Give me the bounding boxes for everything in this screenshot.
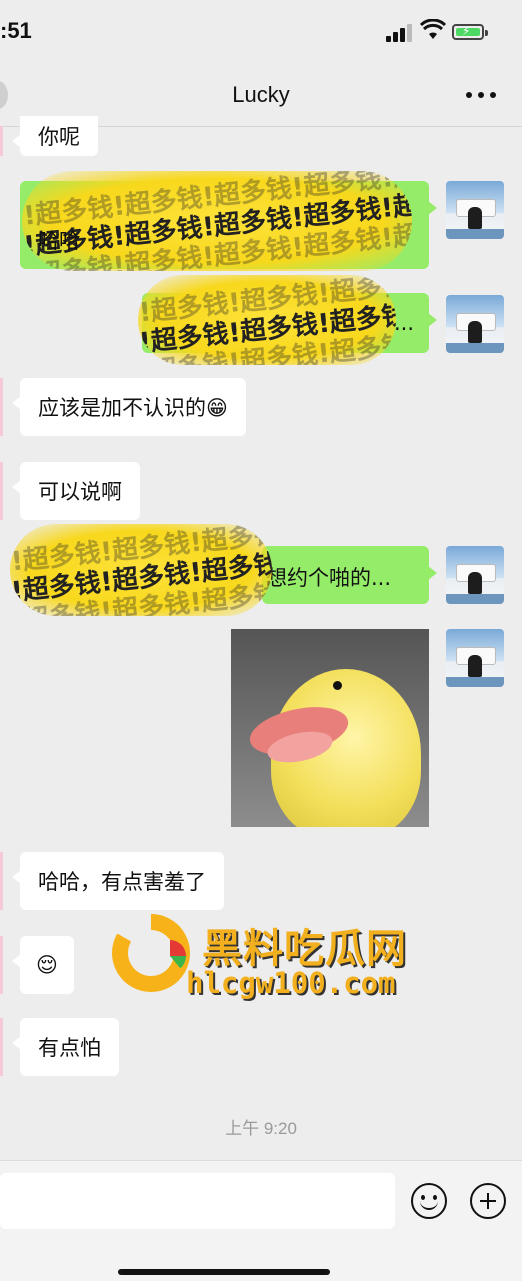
wifi-icon: [420, 19, 446, 39]
unread-marker: [0, 378, 3, 436]
avatar-self[interactable]: [446, 181, 504, 239]
message-sent[interactable]: !超多钱!超多钱!超多钱!超多钱! !超多钱!超多钱!超多钱!超多钱! !超多钱…: [138, 275, 437, 365]
message-received[interactable]: 可以说啊: [12, 462, 140, 520]
status-time: :51: [0, 18, 32, 43]
chat-title: Lucky: [232, 82, 290, 107]
unread-marker: [0, 1018, 3, 1076]
message-received[interactable]: 有点怕: [12, 1018, 119, 1076]
watermark-url: hlcgw100.com: [186, 966, 396, 1000]
message-input[interactable]: [0, 1173, 395, 1229]
more-options-icon[interactable]: [466, 92, 496, 98]
message-text: 想约个啪的...: [266, 566, 392, 590]
message-text: 应该是加不认识的😁: [38, 396, 228, 420]
message-received[interactable]: 哈哈，有点害羞了: [12, 852, 224, 910]
avatar-self[interactable]: [446, 546, 504, 604]
sticker-overlay: !超多钱!超多钱!超多钱!超多钱! !超多钱!超多钱!超多钱!超多钱! !超多钱…: [10, 524, 272, 616]
message-text: 😌: [36, 953, 58, 977]
message-text: 哈哈: [38, 229, 80, 253]
sticker-overlay: !超多钱!超多钱!超多钱!超多钱!超多钱!超多钱! !超多钱!超多钱!超多钱!超…: [22, 171, 412, 271]
plus-icon[interactable]: [470, 1183, 506, 1219]
signal-icon: [386, 22, 414, 42]
message-timestamp: 上午 9:20: [225, 1119, 297, 1138]
status-bar: :51 ⚡: [0, 0, 522, 64]
message-received[interactable]: 你呢: [12, 116, 98, 156]
avatar-self[interactable]: [446, 295, 504, 353]
battery-icon: ⚡: [452, 24, 488, 40]
watermark: 黑料吃瓜网 hlcgw100.com: [112, 912, 432, 1004]
unread-marker: [0, 126, 3, 156]
watermelon-icon: [154, 940, 186, 972]
message-sent[interactable]: 想约个啪的...: [262, 546, 437, 604]
message-text: 哈哈，有点害羞了: [38, 870, 206, 894]
unread-marker: [0, 462, 3, 520]
unread-marker: [0, 936, 3, 994]
unread-marker: [0, 852, 3, 910]
message-text: 你呢: [38, 125, 80, 149]
home-indicator: [118, 1269, 330, 1275]
input-bar: [0, 1160, 522, 1281]
avatar-self[interactable]: [446, 629, 504, 687]
message-sent[interactable]: !超多钱!超多钱!超多钱!超多钱!超多钱!超多钱! !超多钱!超多钱!超多钱!超…: [20, 171, 437, 271]
message-received[interactable]: 应该是加不认识的😁: [12, 378, 246, 436]
message-text: 有点怕: [38, 1036, 101, 1060]
message-text: 可以说啊: [38, 480, 122, 504]
emoji-icon[interactable]: [411, 1183, 447, 1219]
sticker-overlay: !超多钱!超多钱!超多钱!超多钱! !超多钱!超多钱!超多钱!超多钱! !超多钱…: [138, 275, 396, 365]
duck-image-message[interactable]: [231, 629, 429, 827]
message-received[interactable]: 😌: [12, 936, 74, 994]
message-text: ...: [394, 311, 415, 335]
